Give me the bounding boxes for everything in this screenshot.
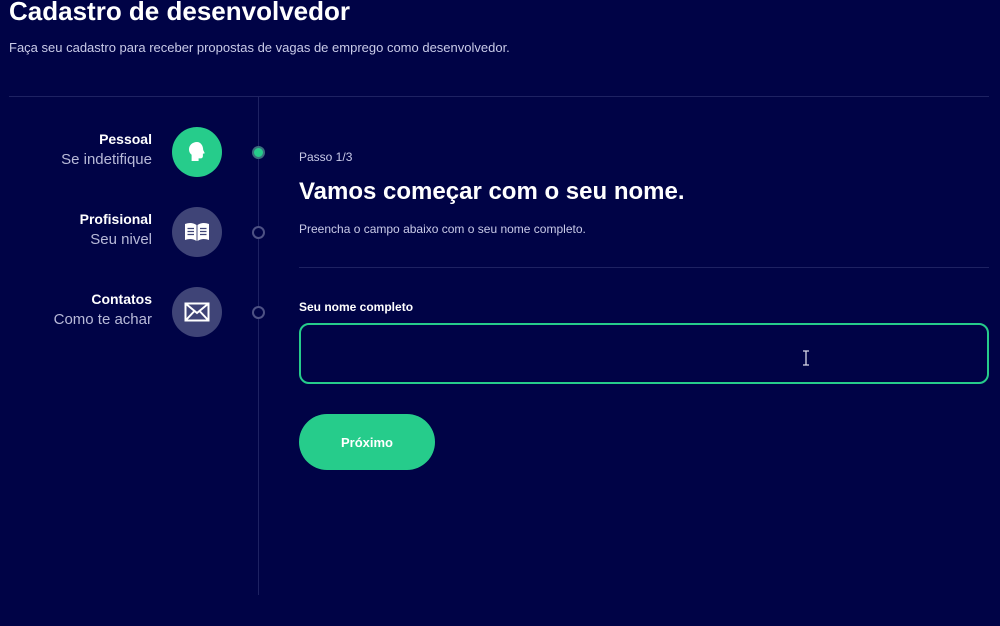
timeline-dot (252, 226, 265, 239)
full-name-input[interactable] (299, 323, 989, 384)
step-title: Pessoal (99, 131, 152, 147)
step-title: Contatos (91, 291, 152, 307)
envelope-icon (172, 287, 222, 337)
step-subtitle: Se indetifique (61, 151, 152, 168)
step-pessoal[interactable]: Pessoal Se indetifique (0, 127, 222, 177)
text-cursor-icon (803, 350, 809, 366)
step-title: Profisional (79, 211, 152, 227)
form-divider (299, 267, 989, 268)
book-icon (172, 207, 222, 257)
form-description: Preencha o campo abaixo com o seu nome c… (299, 222, 586, 236)
step-profisional[interactable]: Profisional Seu nivel (0, 207, 222, 257)
timeline-dot (252, 306, 265, 319)
form-heading: Vamos começar com o seu nome. (299, 178, 685, 205)
step-text: Profisional Seu nivel (80, 210, 152, 250)
page-subtitle: Faça seu cadastro para receber propostas… (9, 40, 510, 55)
full-name-label: Seu nome completo (299, 300, 414, 314)
header-divider (9, 96, 989, 97)
page-title: Cadastro de desenvolvedor (9, 0, 350, 26)
timeline-dot-active (252, 146, 265, 159)
timeline-line (258, 97, 259, 595)
step-text: Contatos Como te achar (54, 290, 152, 330)
person-head-icon (172, 127, 222, 177)
step-text: Pessoal Se indetifique (61, 130, 152, 170)
step-subtitle: Seu nivel (90, 231, 152, 248)
next-button[interactable]: Próximo (299, 414, 435, 470)
registration-page: Cadastro de desenvolvedor Faça seu cadas… (0, 0, 1000, 626)
step-counter: Passo 1/3 (299, 150, 353, 164)
step-contatos[interactable]: Contatos Como te achar (0, 287, 222, 337)
step-subtitle: Como te achar (53, 311, 152, 328)
